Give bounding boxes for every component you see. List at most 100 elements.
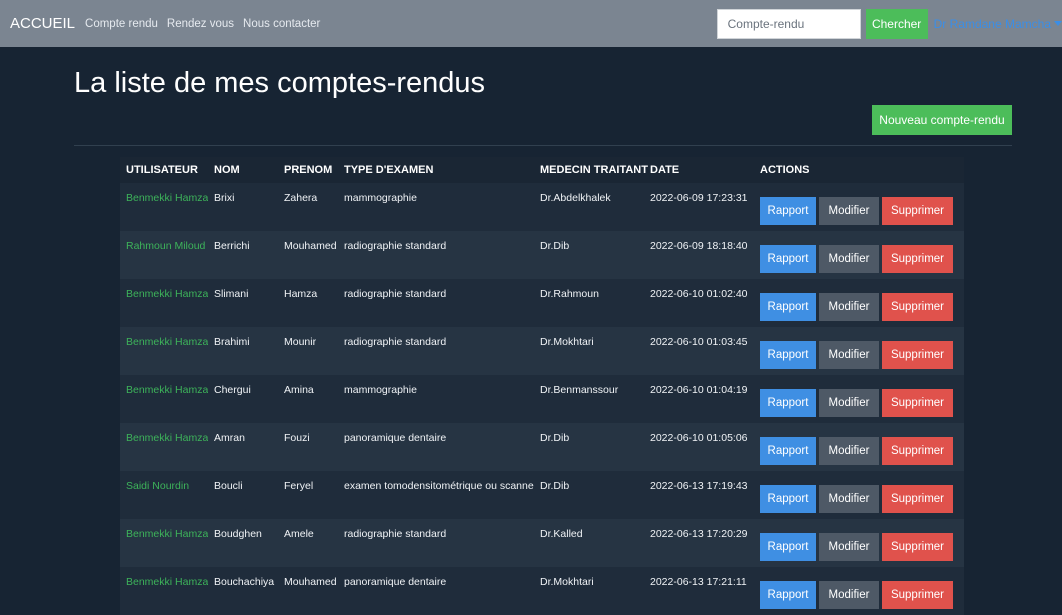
table-row: Saidi Nourdin Boucli Feryel examen tomodens… — [120, 471, 964, 519]
header-actions: ACTIONS — [754, 157, 964, 183]
rapport-button[interactable]: Rapport — [760, 437, 816, 465]
cell-utilisateur[interactable]: Benmekki Hamza — [120, 327, 208, 375]
search-input[interactable] — [716, 8, 861, 39]
cell-prenom: Mouhamed — [284, 576, 337, 588]
cell-medecin: Dr.Dib — [540, 480, 570, 492]
supprimer-button[interactable]: Supprimer — [882, 197, 953, 225]
cell-utilisateur[interactable]: Benmekki Hamza — [120, 279, 208, 327]
search-button[interactable]: Chercher — [865, 8, 928, 39]
modifier-button[interactable]: Modifier — [819, 197, 879, 225]
cell-utilisateur[interactable]: Benmekki Hamza — [120, 183, 208, 231]
cell-utilisateur[interactable]: Rahmoun Miloud — [120, 231, 208, 279]
cell-nom: Bouchachiya — [214, 576, 275, 588]
cell-medecin: Dr.Abdelkhalek — [540, 192, 611, 204]
cell-utilisateur[interactable]: Benmekki Hamza — [120, 423, 208, 471]
modifier-button[interactable]: Modifier — [819, 437, 879, 465]
supprimer-button[interactable]: Supprimer — [882, 485, 953, 513]
user-name: Dr Ramdane Mamcha — [933, 16, 1051, 31]
divider — [74, 145, 1012, 146]
modifier-button[interactable]: Modifier — [819, 533, 879, 561]
supprimer-button[interactable]: Supprimer — [882, 389, 953, 417]
rapport-button[interactable]: Rapport — [760, 581, 816, 609]
cell-utilisateur[interactable]: Benmekki Hamza — [120, 519, 208, 567]
cell-type-examen: radiographie standard — [344, 288, 447, 300]
modifier-button[interactable]: Modifier — [819, 245, 879, 273]
rapport-button[interactable]: Rapport — [760, 533, 816, 561]
cell-prenom: Amina — [284, 384, 314, 396]
cell-date: 2022-06-10 01:02:40 — [650, 288, 748, 300]
cell-date: 2022-06-10 01:03:45 — [650, 336, 748, 348]
cell-type-examen: panoramique dentaire — [344, 576, 447, 588]
rapport-button[interactable]: Rapport — [760, 293, 816, 321]
modifier-button[interactable]: Modifier — [819, 389, 879, 417]
header-type-examen: TYPE D'EXAMEN — [338, 157, 534, 183]
cell-medecin: Dr.Mokhtari — [540, 336, 594, 348]
table-header-row: UTILISATEUR NOM PRENOM TYPE D'EXAMEN MED… — [120, 157, 964, 183]
table-row: Rahmoun Miloud Berrichi Mouhamed radiograph… — [120, 231, 964, 279]
table-row: Benmekki Hamza Chergui Amina mammographie Dr… — [120, 375, 964, 423]
rapport-button[interactable]: Rapport — [760, 197, 816, 225]
supprimer-button[interactable]: Supprimer — [882, 245, 953, 273]
rapport-button[interactable]: Rapport — [760, 341, 816, 369]
supprimer-button[interactable]: Supprimer — [882, 581, 953, 609]
table-row: Benmekki Hamza Boudghen Amele radiographie … — [120, 519, 964, 567]
navbar: ACCUEIL Compte rendu Rendez vous Nous co… — [0, 0, 1062, 47]
header-medecin-traitant: MEDECIN TRAITANT — [534, 157, 648, 183]
cell-nom: Slimani — [214, 288, 249, 300]
cell-prenom: Feryel — [284, 480, 314, 492]
cell-nom: Boudghen — [214, 528, 262, 540]
table-row: Benmekki Hamza Slimani Hamza radiographie s… — [120, 279, 964, 327]
rapport-button[interactable]: Rapport — [760, 485, 816, 513]
cell-medecin: Dr.Dib — [540, 240, 570, 252]
nav-link-compte-rendu[interactable]: Compte rendu — [85, 18, 158, 30]
cell-nom: Brixi — [214, 192, 235, 204]
modifier-button[interactable]: Modifier — [819, 341, 879, 369]
cell-actions: Rapport Modifier Supprimer — [754, 327, 964, 375]
modifier-button[interactable]: Modifier — [819, 293, 879, 321]
cell-actions: Rapport Modifier Supprimer — [754, 471, 964, 519]
cell-prenom: Mouhamed — [284, 240, 337, 252]
cell-date: 2022-06-09 17:23:31 — [650, 192, 748, 204]
cell-medecin: Dr.Mokhtari — [540, 576, 594, 588]
cell-medecin: Dr.Rahmoun — [540, 288, 599, 300]
new-report-button[interactable]: Nouveau compte-rendu — [872, 105, 1012, 135]
cell-nom: Boucli — [214, 480, 243, 492]
cell-actions: Rapport Modifier Supprimer — [754, 519, 964, 567]
cell-utilisateur[interactable]: Benmekki Hamza — [120, 567, 208, 615]
cell-prenom: Hamza — [284, 288, 318, 300]
brand-link[interactable]: ACCUEIL — [10, 15, 75, 32]
reports-table-wrapper: UTILISATEUR NOM PRENOM TYPE D'EXAMEN MED… — [120, 157, 964, 615]
modifier-button[interactable]: Modifier — [819, 581, 879, 609]
cell-utilisateur[interactable]: Saidi Nourdin — [120, 471, 208, 519]
cell-date: 2022-06-13 17:19:43 — [650, 480, 748, 492]
table-row: Benmekki Hamza Brixi Zahera mammographie Dr.… — [120, 183, 964, 231]
header-nom: NOM — [208, 157, 278, 183]
cell-nom: Berrichi — [214, 240, 250, 252]
user-menu-dropdown[interactable]: Dr Ramdane Mamcha — [934, 17, 1062, 31]
cell-nom: Brahimi — [214, 336, 250, 348]
nav-link-nous-contacter[interactable]: Nous contacter — [243, 18, 320, 30]
header-utilisateur: UTILISATEUR — [120, 157, 208, 183]
cell-date: 2022-06-10 01:04:19 — [650, 384, 748, 396]
table-row: Benmekki Hamza Brahimi Mounir radiographie … — [120, 327, 964, 375]
supprimer-button[interactable]: Supprimer — [882, 533, 953, 561]
cell-actions: Rapport Modifier Supprimer — [754, 375, 964, 423]
nav-link-rendez-vous[interactable]: Rendez vous — [167, 18, 234, 30]
cell-nom: Chergui — [214, 384, 251, 396]
cell-nom: Amran — [214, 432, 245, 444]
header-date: DATE — [644, 157, 754, 183]
cell-utilisateur[interactable]: Benmekki Hamza — [120, 375, 208, 423]
cell-prenom: Amele — [284, 528, 314, 540]
cell-type-examen: radiographie standard — [344, 240, 447, 252]
supprimer-button[interactable]: Supprimer — [882, 293, 953, 321]
table-row: Benmekki Hamza Amran Fouzi panoramique dent… — [120, 423, 964, 471]
rapport-button[interactable]: Rapport — [760, 245, 816, 273]
cell-actions: Rapport Modifier Supprimer — [754, 423, 964, 471]
modifier-button[interactable]: Modifier — [819, 485, 879, 513]
rapport-button[interactable]: Rapport — [760, 389, 816, 417]
table-row: Benmekki Hamza Bouchachiya Mouhamed panoram… — [120, 567, 964, 615]
caret-down-icon — [1054, 21, 1062, 26]
supprimer-button[interactable]: Supprimer — [882, 341, 953, 369]
supprimer-button[interactable]: Supprimer — [882, 437, 953, 465]
cell-prenom: Mounir — [284, 336, 317, 348]
